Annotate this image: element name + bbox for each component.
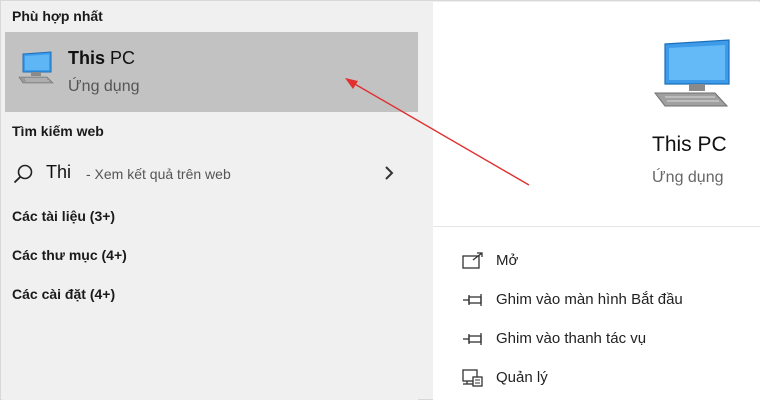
chevron-right-icon[interactable]	[382, 164, 396, 182]
category-settings[interactable]: Các cài đặt (4+)	[12, 286, 115, 302]
pc-icon	[18, 51, 54, 84]
web-search-hint: - Xem kết quả trên web	[86, 166, 231, 182]
pc-icon	[653, 39, 730, 107]
action-manage[interactable]: Quản lý	[433, 362, 760, 394]
category-folders[interactable]: Các thư mục (4+)	[12, 247, 127, 263]
best-match-heading: Phù hợp nhất	[12, 8, 103, 24]
action-pin-start[interactable]: Ghim vào màn hình Bắt đầu	[433, 284, 760, 316]
best-match-item-this-pc[interactable]: This PC Ứng dụng	[5, 32, 418, 112]
action-open-label: Mở	[496, 252, 519, 269]
action-pin-taskbar-label: Ghim vào thanh tác vụ	[496, 330, 647, 347]
manage-icon	[462, 369, 483, 387]
app-preview: This PC Ứng dụng	[433, 2, 760, 226]
search-icon	[13, 164, 33, 184]
best-match-title: This PC	[68, 48, 136, 68]
action-pin-start-label: Ghim vào màn hình Bắt đầu	[496, 291, 683, 308]
action-manage-label: Quản lý	[496, 369, 548, 386]
divider	[433, 226, 760, 227]
open-icon	[462, 252, 483, 269]
web-search-result[interactable]: Thi - Xem kết quả trên web	[2, 155, 418, 191]
preview-app-name: This PC	[652, 133, 727, 156]
category-documents[interactable]: Các tài liệu (3+)	[12, 208, 115, 224]
preview-app-type: Ứng dụng	[652, 169, 724, 186]
pin-icon	[463, 333, 482, 345]
web-search-query: Thi	[46, 162, 72, 182]
results-pane: Phù hợp nhất This PC Ứng dụng Tìm kiếm w…	[2, 2, 418, 400]
pin-icon	[463, 294, 482, 306]
best-match-subtitle: Ứng dụng	[68, 78, 140, 95]
web-search-heading: Tìm kiếm web	[12, 123, 104, 139]
search-window: Phù hợp nhất This PC Ứng dụng Tìm kiếm w…	[0, 0, 760, 400]
action-open[interactable]: Mở	[433, 245, 760, 277]
action-pin-taskbar[interactable]: Ghim vào thanh tác vụ	[433, 323, 760, 355]
preview-pane: This PC Ứng dụng Mở Ghim vào màn hình Bắ…	[433, 2, 760, 400]
